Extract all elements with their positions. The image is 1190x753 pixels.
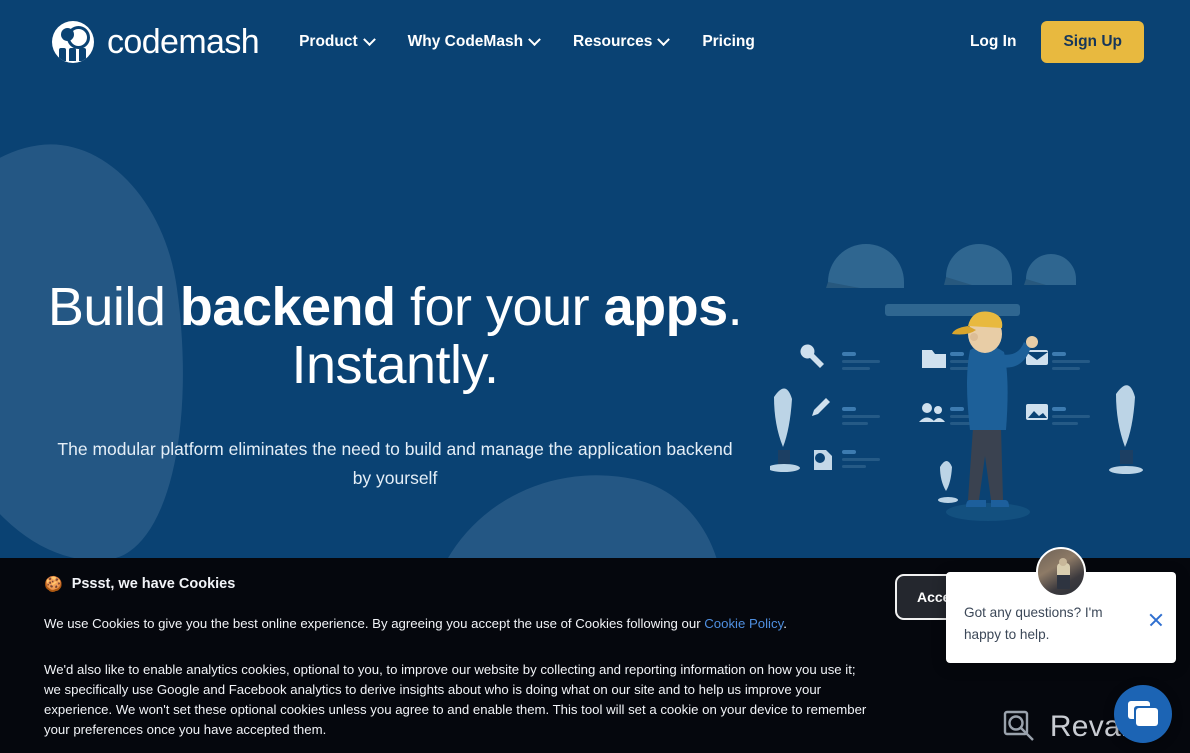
nav-item-pricing-label: Pricing [702, 33, 755, 50]
hero-subcopy: The modular platform eliminates the need… [57, 438, 733, 488]
nav-item-pricing[interactable]: Pricing [702, 33, 755, 51]
brand-logo[interactable]: codemash [52, 21, 260, 63]
avatar-body [1057, 563, 1070, 589]
ground-shadow [946, 503, 1030, 521]
developer-building-backend-illustration [768, 222, 1190, 544]
header-actions: Log In Sign Up [970, 21, 1144, 63]
close-icon[interactable] [1148, 612, 1164, 628]
headline-line-2: Instantly. [291, 335, 499, 396]
brand-name: codemash [107, 22, 260, 61]
chat-message: Got any questions? I'm happy to help. [964, 605, 1103, 643]
main-navigation: Product Why CodeMash Resources Pricing [299, 32, 755, 51]
cloud-shapes [826, 244, 1076, 288]
cookie-analytics-paragraph: We'd also like to enable analytics cooki… [44, 661, 867, 737]
chevron-down-icon [362, 32, 376, 46]
headline-part-2: backend [179, 277, 396, 337]
folder-icon [922, 350, 946, 368]
nav-item-product[interactable]: Product [299, 32, 376, 51]
signup-button[interactable]: Sign Up [1041, 21, 1144, 63]
pencil-icon [812, 398, 830, 416]
document-chart-icon [814, 450, 832, 470]
hero-copy: Build backend for your apps. Instantly. … [0, 278, 790, 492]
image-icon [1026, 404, 1048, 420]
chat-popup: Got any questions? I'm happy to help. [946, 547, 1176, 663]
chevron-down-icon [528, 32, 541, 46]
headline-part-5: . [727, 277, 743, 337]
search-bar-shape [885, 304, 1020, 316]
chat-bubble-icon-front [1136, 708, 1158, 726]
nav-item-why-codemash[interactable]: Why CodeMash [407, 32, 541, 51]
mail-icon [1026, 350, 1048, 365]
headline-part-1: Build [47, 277, 180, 337]
site-header: codemash Product Why CodeMash Resources … [0, 0, 1190, 84]
logo-legs [59, 48, 86, 61]
chat-bubble-button[interactable] [1114, 685, 1172, 743]
nav-item-product-label: Product [299, 33, 358, 50]
headline-part-3: for your [395, 277, 604, 337]
nav-item-resources-label: Resources [573, 33, 653, 50]
feature-grid [800, 344, 1090, 470]
cookie-intro-text: We use Cookies to give you the best onli… [44, 614, 874, 634]
cookie-policy-link[interactable]: Cookie Policy [704, 616, 783, 631]
login-link[interactable]: Log In [970, 33, 1017, 51]
page-title: Build backend for your apps. Instantly. [0, 278, 790, 395]
person-figure [952, 311, 1038, 507]
small-plant-pot [938, 461, 958, 503]
codemash-circle-logo-icon [52, 21, 94, 63]
avatar-head [1059, 558, 1067, 566]
plant-right [1109, 385, 1143, 474]
cookie-intro-after: . [783, 616, 787, 631]
cookie-icon: 🍪 [44, 575, 63, 593]
chevron-down-icon [657, 32, 671, 46]
cookie-intro-before: We use Cookies to give you the best onli… [44, 616, 705, 631]
nav-item-why-codemash-label: Why CodeMash [407, 33, 524, 50]
headline-part-4: apps [603, 277, 729, 337]
wrench-icon [800, 344, 824, 368]
support-agent-avatar [1036, 547, 1086, 597]
users-icon [919, 403, 945, 422]
nav-item-resources[interactable]: Resources [573, 32, 671, 51]
cookie-title-text: Pssst, we have Cookies [71, 576, 236, 592]
